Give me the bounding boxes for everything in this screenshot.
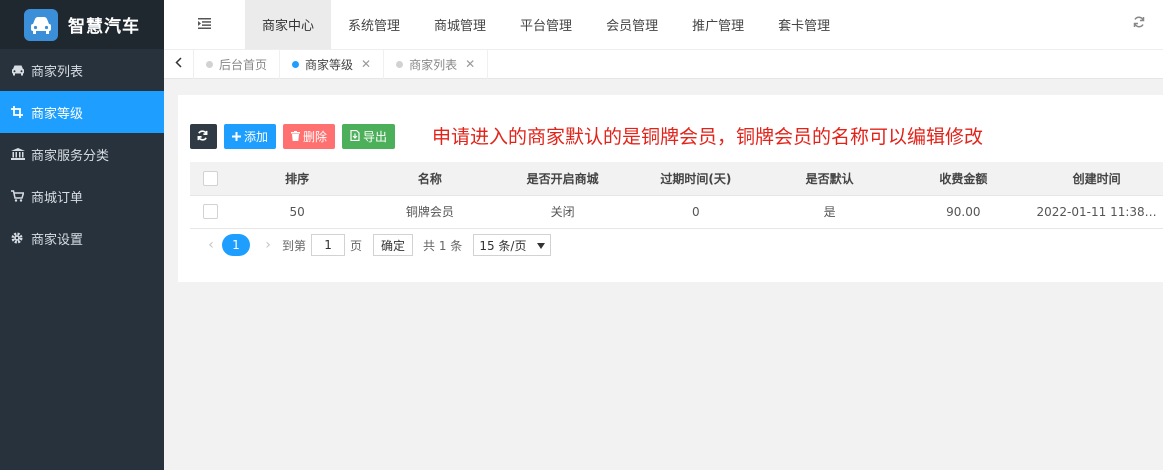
cart-icon [11,190,31,202]
column-header[interactable]: 过期时间(天) [628,162,763,196]
table-row[interactable]: 50 铜牌会员 关闭 0 是 90.00 2022-01-11 11:38… [190,195,1163,229]
page-tabs: 后台首页 商家等级 ✕ 商家列表 ✕ [164,49,1163,79]
bank-icon [11,148,31,160]
caret-down-icon [537,238,546,252]
nav-tab-card[interactable]: 套卡管理 [761,0,847,49]
total-count: 共 1 条 [423,238,463,253]
logo: 智慧汽车 [0,0,164,49]
select-all-cell[interactable] [190,162,231,196]
column-header[interactable]: 收费金额 [896,162,1031,196]
refresh-icon [197,129,211,144]
sidebar-item-label: 商家列表 [31,64,84,80]
goto-confirm-button[interactable]: 确定 [373,234,414,256]
app-title: 智慧汽车 [68,17,140,37]
goto-suffix: 页 [350,238,363,253]
page-tab-label: 商家等级 [305,57,354,72]
top-nav: 商家中心 系统管理 商城管理 平台管理 会员管理 推广管理 套卡管理 [164,0,1163,49]
trash-icon [291,130,303,144]
car-logo-icon [24,8,58,41]
column-header[interactable]: 排序 [230,162,364,196]
indent-icon [198,17,211,32]
tab-dot [396,60,404,68]
column-header[interactable]: 是否开启商城 [496,162,629,196]
sidebar: 智慧汽车 商家列表 商家等级 商家服务分类 商城订单 商家设置 [0,0,164,470]
column-header[interactable]: 创建时间 [1030,162,1163,196]
table-cell: 2022-01-11 11:38… [1030,195,1163,229]
page-tab-merchant-list[interactable]: 商家列表 ✕ [384,49,489,79]
select-all-checkbox[interactable] [202,170,218,186]
export-icon [350,129,363,144]
chevron-left-icon [175,57,182,71]
nav-tab-merchant-center[interactable]: 商家中心 [245,0,332,49]
plus-icon [232,130,244,144]
column-header[interactable]: 名称 [363,162,497,196]
table-cell: 0 [628,195,763,229]
crop-icon [11,106,31,118]
row-select-cell[interactable] [190,195,231,229]
tabs-back-button[interactable] [164,49,194,79]
tab-dot [292,60,300,68]
goto-page-input[interactable] [311,234,346,256]
gear-icon [11,232,31,244]
sidebar-item-merchant-settings[interactable]: 商家设置 [0,217,164,259]
add-button-label: 添加 [244,130,269,144]
page-size-select[interactable]: 15 条/页 [473,234,552,256]
export-button[interactable]: 导出 [342,124,396,149]
table-cell: 50 [230,195,364,229]
close-icon[interactable]: ✕ [465,57,475,71]
nav-tab-platform[interactable]: 平台管理 [503,0,589,49]
sidebar-item-label: 商家服务分类 [31,148,110,164]
nav-tab-promotion[interactable]: 推广管理 [675,0,761,49]
sidebar-item-service-category[interactable]: 商家服务分类 [0,133,164,175]
sidebar-item-merchant-list[interactable]: 商家列表 [0,49,164,91]
table-cell: 铜牌会员 [363,195,497,229]
level-table: 排序 名称 是否开启商城 过期时间(天) 是否默认 收费金额 创建时间 50 铜… [190,162,1163,229]
page-tab-merchant-level[interactable]: 商家等级 ✕ [280,49,385,79]
next-page-icon[interactable]: › [259,237,277,253]
toolbar: 添加 删除 导出 [190,124,402,149]
content-card: 添加 删除 导出 申请进入的商家默认的是铜牌会员，铜牌会员的名称可以编辑修改 排… [178,95,1163,282]
table-header-row: 排序 名称 是否开启商城 过期时间(天) 是否默认 收费金额 创建时间 [190,162,1163,196]
sidebar-item-merchant-level[interactable]: 商家等级 [0,91,164,133]
table-cell: 是 [762,195,897,229]
column-header[interactable]: 是否默认 [762,162,897,196]
table-cell: 90.00 [896,195,1031,229]
goto-prefix: 到第 [282,238,307,253]
page-size-value: 15 条/页 [479,238,527,253]
export-button-label: 导出 [363,130,388,144]
menu-fold-button[interactable] [164,0,245,49]
add-button[interactable]: 添加 [224,124,277,149]
sidebar-item-mall-orders[interactable]: 商城订单 [0,175,164,217]
tab-dot [206,60,213,68]
sidebar-menu: 商家列表 商家等级 商家服务分类 商城订单 商家设置 [0,49,164,259]
refresh-button[interactable] [190,124,217,149]
prev-page-icon[interactable]: ‹ [202,237,220,253]
close-icon[interactable]: ✕ [361,57,371,71]
nav-tab-member[interactable]: 会员管理 [589,0,675,49]
refresh-icon[interactable] [1133,16,1149,32]
page-tab-home[interactable]: 后台首页 [194,49,281,79]
nav-tab-system[interactable]: 系统管理 [331,0,417,49]
table-cell: 关闭 [496,195,629,229]
page-tab-label: 后台首页 [219,57,268,72]
sidebar-item-label: 商家设置 [31,232,84,248]
car-icon [11,64,31,76]
nav-tab-mall[interactable]: 商城管理 [417,0,503,49]
page-tab-label: 商家列表 [409,57,458,72]
annotation-note: 申请进入的商家默认的是铜牌会员，铜牌会员的名称可以编辑修改 [432,126,984,148]
row-checkbox[interactable] [202,204,218,219]
sidebar-item-label: 商城订单 [31,190,84,206]
delete-button[interactable]: 删除 [283,124,336,149]
delete-button-label: 删除 [303,130,328,144]
sidebar-item-label: 商家等级 [31,106,84,122]
pagination: ‹ 1 › 到第 页 确定 共 1 条 15 条/页 [202,234,552,256]
current-page[interactable]: 1 [222,234,250,256]
